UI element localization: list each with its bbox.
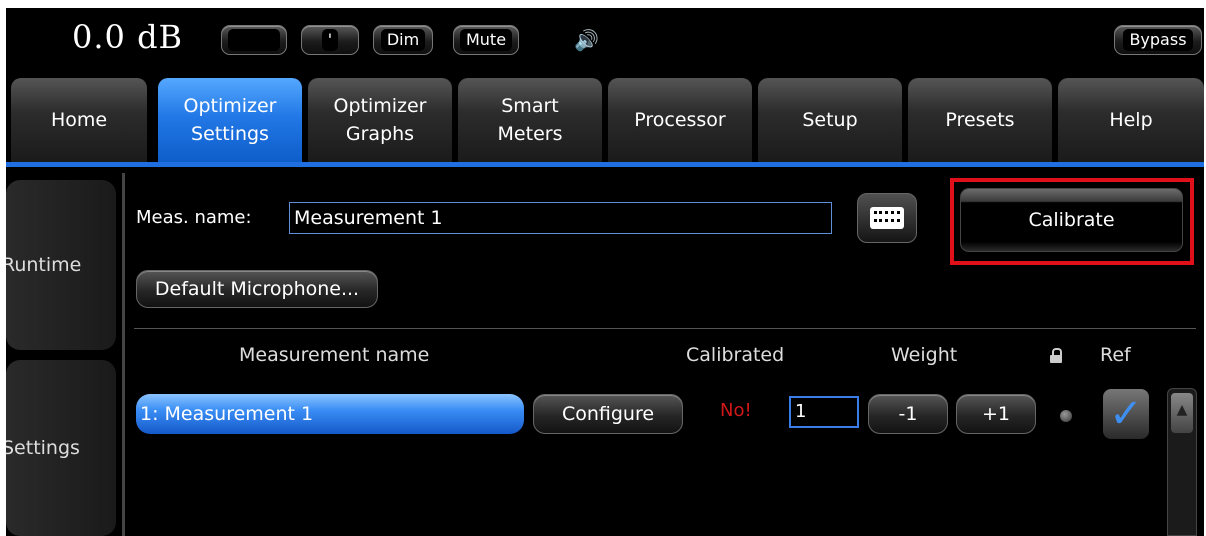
ref-checkbox[interactable]: ✓ [1103, 389, 1149, 439]
side-button-settings[interactable]: Settings [6, 360, 116, 536]
measurement-row-name[interactable]: 1: Measurement 1 [136, 394, 524, 434]
scrollbar[interactable]: ▲ [1167, 388, 1197, 536]
configure-button[interactable]: Configure [533, 394, 683, 434]
dim-button[interactable]: Dim [373, 25, 433, 55]
side-button-runtime[interactable]: Runtime [6, 180, 116, 350]
tab-underline [6, 162, 1204, 167]
bypass-button[interactable]: Bypass [1114, 25, 1202, 55]
main-tabs: Home Optimizer Settings Optimizer Graphs… [6, 78, 1204, 164]
meas-name-label: Meas. name: [136, 207, 252, 228]
weight-minus-button[interactable]: -1 [868, 394, 948, 434]
header-weight: Weight [891, 344, 958, 366]
header-measurement-name: Measurement name [239, 344, 430, 366]
section-divider [134, 328, 1196, 329]
speaker-icon[interactable]: 🔊 [574, 28, 599, 52]
blank-button[interactable] [221, 25, 287, 55]
tab-optimizer-settings[interactable]: Optimizer Settings [158, 78, 302, 164]
mute-button[interactable]: Mute [453, 25, 519, 55]
tab-presets[interactable]: Presets [908, 78, 1052, 164]
top-bar: 0.0 dB ' Dim Mute 🔊 Bypass [6, 8, 1204, 78]
volume-level: 0.0 dB [72, 18, 184, 56]
calibrated-status: No! [720, 400, 752, 421]
runtime-label: Runtime [6, 254, 82, 276]
calibrate-button[interactable]: Calibrate [960, 188, 1183, 252]
checkmark-icon: ✓ [1109, 391, 1143, 437]
header-ref: Ref [1100, 344, 1131, 366]
vertical-divider [122, 173, 125, 536]
meas-name-input[interactable]: Measurement 1 [289, 202, 832, 234]
tab-processor[interactable]: Processor [608, 78, 752, 164]
scroll-up-icon[interactable]: ▲ [1171, 393, 1193, 433]
weight-input[interactable]: 1 [789, 396, 859, 428]
optimizer-app: 0.0 dB ' Dim Mute 🔊 Bypass Home Optimize… [6, 8, 1204, 536]
keyboard-icon [870, 207, 904, 229]
lock-icon [1050, 348, 1062, 363]
weight-plus-button[interactable]: +1 [956, 394, 1036, 434]
settings-label: Settings [6, 437, 80, 459]
tab-help[interactable]: Help [1058, 78, 1204, 164]
tab-home[interactable]: Home [11, 78, 147, 164]
lock-indicator-dot[interactable] [1060, 410, 1072, 422]
keyboard-button[interactable] [857, 193, 917, 243]
default-microphone-button[interactable]: Default Microphone... [136, 270, 378, 308]
tab-optimizer-graphs[interactable]: Optimizer Graphs [308, 78, 452, 164]
tab-smart-meters[interactable]: Smart Meters [458, 78, 602, 164]
tab-setup[interactable]: Setup [758, 78, 902, 164]
side-panel: Runtime Settings [6, 173, 124, 536]
header-calibrated: Calibrated [686, 344, 785, 366]
tick-button[interactable]: ' [301, 25, 359, 55]
